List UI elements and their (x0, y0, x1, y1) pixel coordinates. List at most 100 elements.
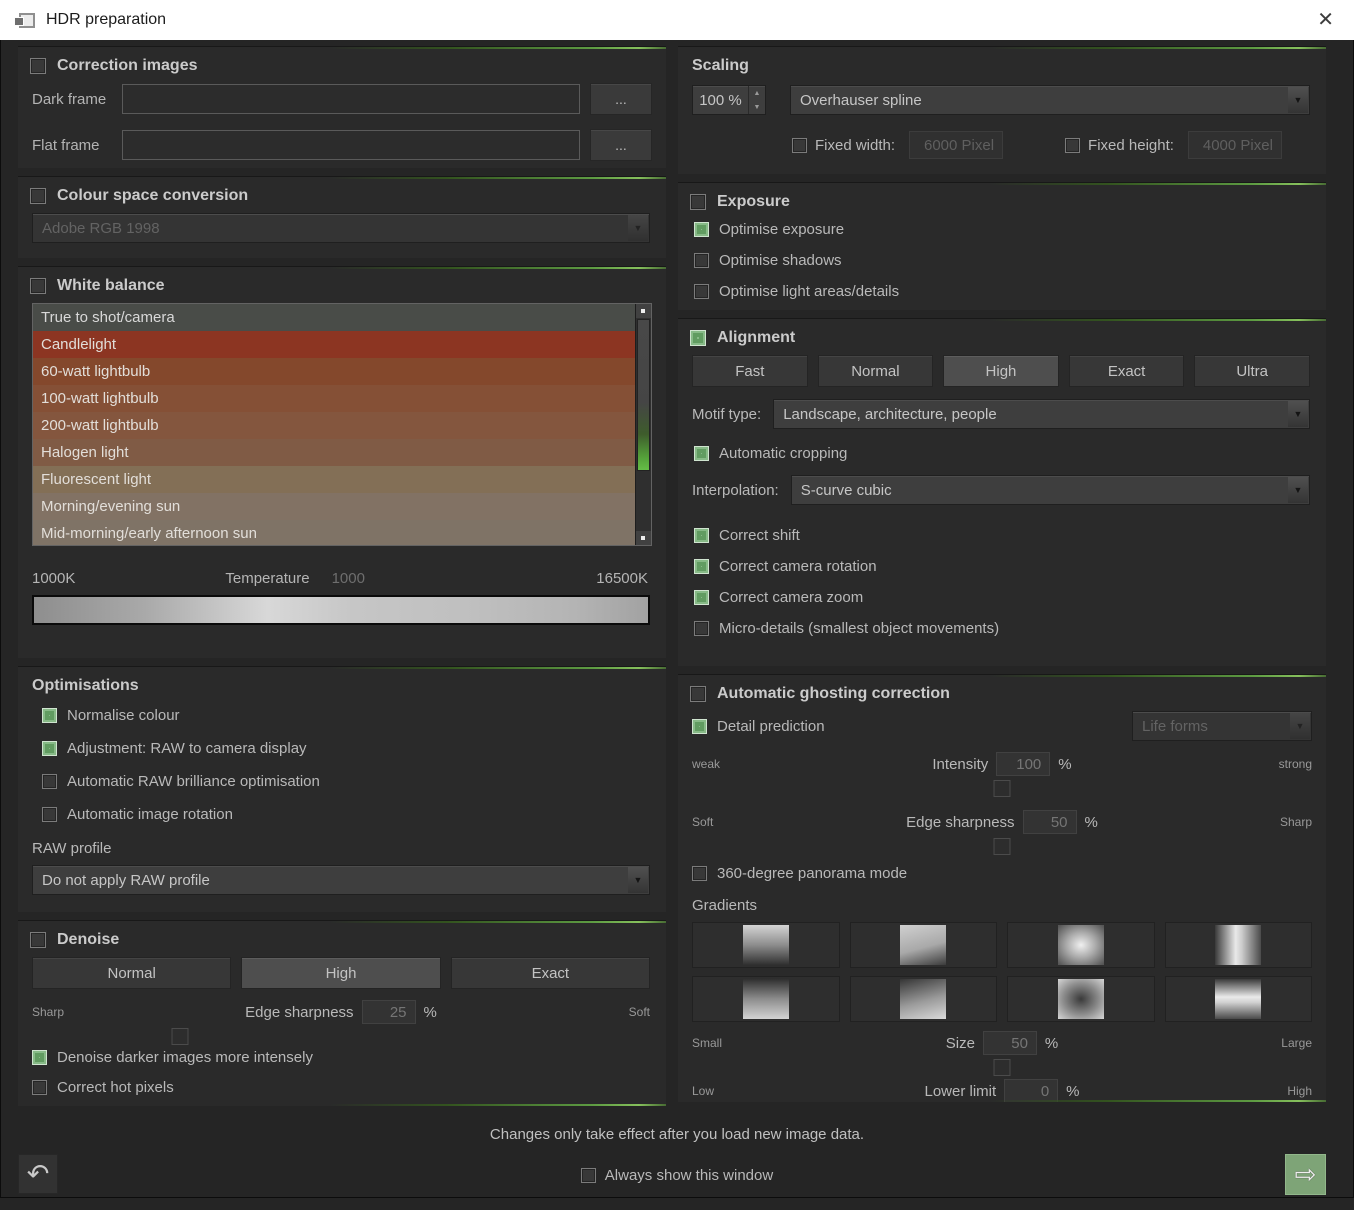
white-balance-checkbox[interactable] (30, 278, 46, 294)
fixed-width-input[interactable]: 6000 Pixel (909, 131, 1003, 159)
slider-handle[interactable] (994, 1059, 1011, 1076)
gradient-tile[interactable] (1007, 922, 1155, 968)
scroll-down-icon[interactable] (636, 531, 651, 545)
temperature-value[interactable]: 1000 (332, 570, 365, 587)
size-value[interactable]: 50 (983, 1031, 1037, 1055)
motif-type-dropdown[interactable]: Landscape, architecture, people ▼ (773, 399, 1310, 429)
option-row[interactable]: Optimise exposure (694, 219, 1312, 239)
optimise-shadows-checkbox[interactable] (694, 253, 709, 268)
life-forms-dropdown[interactable]: Life forms ▼ (1132, 711, 1312, 741)
option-row[interactable]: Automatic image rotation (42, 804, 652, 824)
gradient-tile[interactable] (1165, 922, 1313, 968)
gradient-tile[interactable] (850, 922, 998, 968)
alignment-mode-exact[interactable]: Exact (1069, 355, 1185, 387)
correct-camera-rotation-checkbox[interactable] (694, 559, 709, 574)
alignment-mode-ultra[interactable]: Ultra (1194, 355, 1310, 387)
edge-sharpness-value[interactable]: 50 (1023, 810, 1077, 834)
slider-track[interactable] (692, 1058, 1312, 1078)
normalise-colour-checkbox[interactable] (42, 708, 57, 723)
raw-profile-dropdown[interactable]: Do not apply RAW profile ▼ (32, 865, 650, 895)
optimise-exposure-checkbox[interactable] (694, 222, 709, 237)
alignment-mode-high[interactable]: High (943, 355, 1059, 387)
option-row[interactable]: Detail prediction (692, 718, 825, 735)
fixed-height-checkbox[interactable] (1065, 138, 1080, 153)
option-row[interactable]: Adjustment: RAW to camera display (42, 738, 652, 758)
automatic-cropping-checkbox[interactable] (694, 446, 709, 461)
option-row[interactable]: Correct hot pixels (32, 1077, 652, 1097)
continue-button[interactable]: ⇨ (1285, 1154, 1326, 1195)
option-row[interactable]: Correct camera zoom (694, 587, 1312, 607)
scaling-method-dropdown[interactable]: Overhauser spline ▼ (790, 85, 1310, 115)
gradient-tile[interactable] (850, 976, 998, 1022)
alignment-mode-normal[interactable]: Normal (818, 355, 934, 387)
raw-brilliance-checkbox[interactable] (42, 774, 57, 789)
slider-track[interactable] (692, 779, 1312, 799)
list-item[interactable]: Mid-morning/early afternoon sun (33, 520, 651, 546)
gradient-tile[interactable] (1007, 976, 1155, 1022)
alignment-checkbox[interactable] (690, 330, 706, 346)
denoise-mode-normal[interactable]: Normal (32, 957, 231, 989)
optimise-light-areas-checkbox[interactable] (694, 284, 709, 299)
list-item[interactable]: Halogen light (33, 439, 651, 466)
gradient-tile[interactable] (1165, 976, 1313, 1022)
slider-track[interactable] (32, 1027, 650, 1047)
fixed-width-checkbox[interactable] (792, 138, 807, 153)
option-row[interactable]: Correct shift (694, 525, 1312, 545)
panorama-mode-checkbox[interactable] (692, 866, 707, 881)
spinner-down-icon[interactable]: ▼ (749, 100, 765, 114)
list-item[interactable]: 60-watt lightbulb (33, 358, 651, 385)
micro-details-checkbox[interactable] (694, 621, 709, 636)
option-row[interactable]: 360-degree panorama mode (692, 863, 1314, 883)
always-show-checkbox[interactable] (581, 1168, 596, 1183)
list-item[interactable]: 200-watt lightbulb (33, 412, 651, 439)
option-row[interactable]: Automatic cropping (694, 443, 1312, 463)
scrollbar-thumb[interactable] (637, 319, 650, 471)
temperature-gradient-slider[interactable] (32, 595, 650, 625)
slider-handle[interactable] (994, 838, 1011, 855)
option-row[interactable]: Correct camera rotation (694, 556, 1312, 576)
correction-images-checkbox[interactable] (30, 58, 46, 74)
option-row[interactable]: Optimise shadows (694, 250, 1312, 270)
edge-sharpness-value[interactable]: 25 (362, 1000, 416, 1024)
correct-camera-zoom-checkbox[interactable] (694, 590, 709, 605)
dark-frame-input[interactable] (122, 84, 580, 114)
option-row[interactable]: Denoise darker images more intensely (32, 1047, 652, 1067)
denoise-mode-exact[interactable]: Exact (451, 957, 650, 989)
denoise-mode-high[interactable]: High (241, 957, 440, 989)
scrollbar[interactable] (635, 304, 651, 545)
raw-adjustment-checkbox[interactable] (42, 741, 57, 756)
scale-percent-value[interactable]: 100 % (693, 92, 748, 109)
colour-space-checkbox[interactable] (30, 188, 46, 204)
correct-shift-checkbox[interactable] (694, 528, 709, 543)
colour-space-dropdown[interactable]: Adobe RGB 1998 ▼ (32, 213, 650, 243)
flat-frame-browse-button[interactable]: ... (590, 129, 652, 161)
dark-frame-browse-button[interactable]: ... (590, 83, 652, 115)
option-row[interactable]: Optimise light areas/details (694, 281, 1312, 301)
slider-handle[interactable] (994, 780, 1011, 797)
list-item[interactable]: 100-watt lightbulb (33, 385, 651, 412)
denoise-checkbox[interactable] (30, 932, 46, 948)
option-row[interactable]: Normalise colour (42, 705, 652, 725)
list-item[interactable]: Fluorescent light (33, 466, 651, 493)
always-show-row[interactable]: Always show this window (0, 1167, 1354, 1184)
alignment-mode-fast[interactable]: Fast (692, 355, 808, 387)
slider-handle[interactable] (172, 1028, 189, 1045)
scale-percent-spinner[interactable]: 100 % ▲ ▼ (692, 85, 766, 115)
interpolation-dropdown[interactable]: S-curve cubic ▼ (791, 475, 1310, 505)
fixed-height-input[interactable]: 4000 Pixel (1188, 131, 1282, 159)
exposure-checkbox[interactable] (690, 194, 706, 210)
spinner-up-icon[interactable]: ▲ (749, 86, 765, 100)
gradient-tile[interactable] (692, 976, 840, 1022)
option-row[interactable]: Micro-details (smallest object movements… (694, 618, 1312, 638)
close-icon[interactable]: ✕ (1311, 0, 1340, 40)
denoise-darker-checkbox[interactable] (32, 1050, 47, 1065)
scroll-up-icon[interactable] (636, 304, 651, 318)
list-item[interactable]: True to shot/camera (33, 304, 651, 331)
list-item[interactable]: Morning/evening sun (33, 493, 651, 520)
flat-frame-input[interactable] (122, 130, 580, 160)
list-item[interactable]: Candlelight (33, 331, 651, 358)
image-rotation-checkbox[interactable] (42, 807, 57, 822)
slider-track[interactable] (692, 837, 1312, 857)
gradient-tile[interactable] (692, 922, 840, 968)
option-row[interactable]: Automatic RAW brilliance optimisation (42, 771, 652, 791)
